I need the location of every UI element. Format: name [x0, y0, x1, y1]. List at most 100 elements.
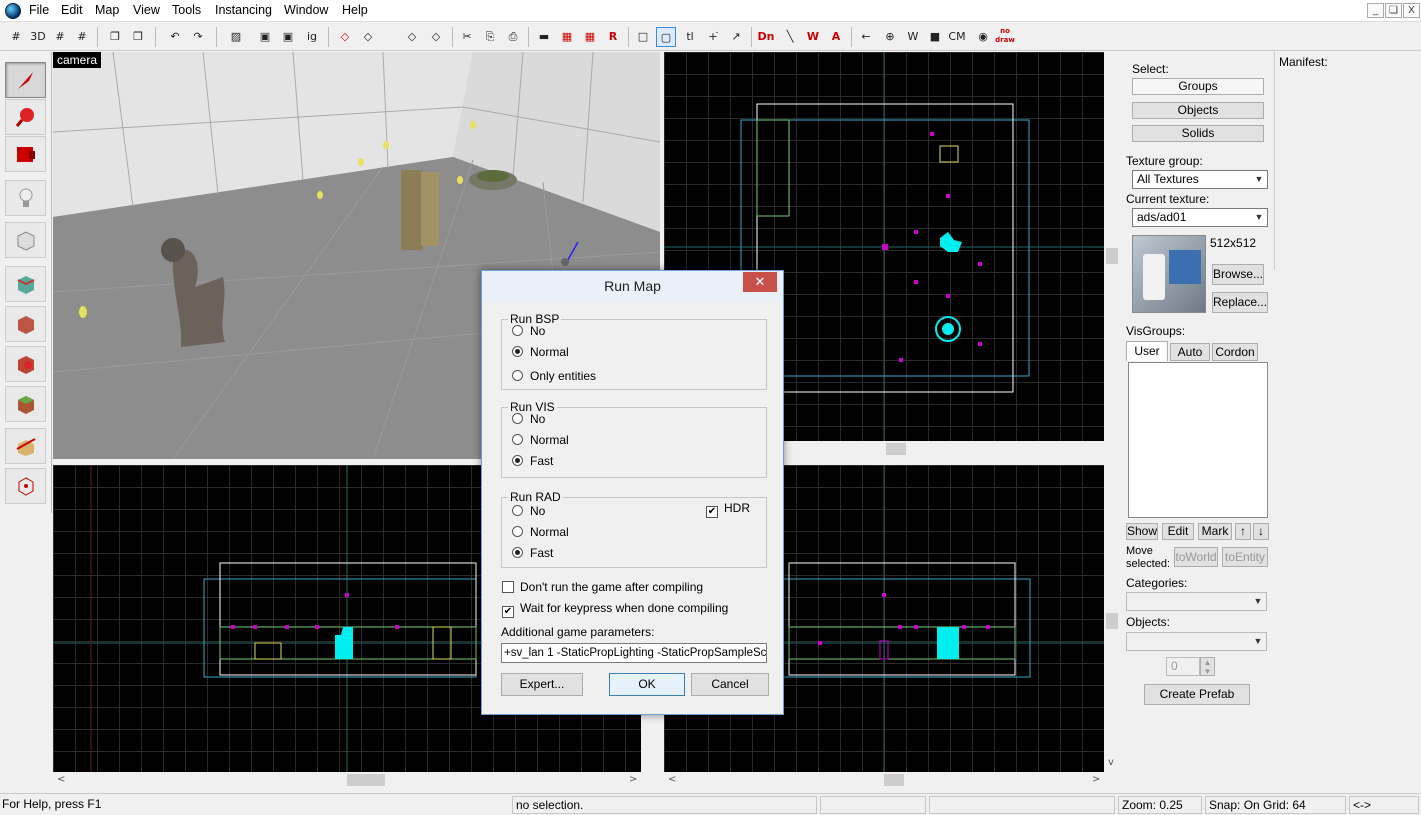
select-box-button[interactable]: □ — [633, 27, 653, 47]
groups-button[interactable]: Groups — [1132, 78, 1264, 95]
dialog-close-button[interactable]: ✕ — [743, 272, 777, 292]
side-view-vscroll[interactable]: v — [1104, 465, 1120, 772]
objects-select[interactable]: ▼ — [1126, 632, 1267, 651]
larger-grid-button[interactable]: # — [72, 27, 92, 47]
menu-window[interactable]: Window — [284, 3, 328, 17]
scroll-right-icon[interactable]: > — [629, 774, 637, 785]
hide-unselected-button[interactable]: ▣ — [278, 27, 298, 47]
menu-edit[interactable]: Edit — [61, 3, 83, 17]
tab-auto[interactable]: Auto — [1170, 343, 1210, 361]
vertex-tool-button[interactable] — [5, 468, 46, 504]
move-axis-button[interactable]: +͘ — [703, 27, 723, 47]
bsp-no-radio[interactable]: No — [512, 323, 545, 339]
align-button[interactable]: ◇ — [402, 27, 422, 47]
center-target-button[interactable]: ⊕ — [880, 27, 900, 47]
expert-button[interactable]: Expert... — [501, 673, 583, 696]
select-box-active-button[interactable]: ▢ — [656, 27, 676, 47]
rad-no-radio[interactable]: No — [512, 503, 545, 519]
prefab-count-input[interactable]: 0 — [1166, 657, 1200, 676]
scale-lock-button[interactable]: ◇ — [358, 27, 378, 47]
bsp-only-entities-radio[interactable]: Only entities — [512, 368, 596, 384]
toggle-helpers-button[interactable]: ▦ — [557, 27, 577, 47]
display-line-button[interactable]: ╲ — [780, 27, 800, 47]
current-texture-select[interactable]: ads/ad01 ▼ — [1132, 208, 1268, 227]
grid-toggle-button[interactable]: # — [6, 27, 26, 47]
hdr-checkbox[interactable]: ✔ HDR — [706, 500, 750, 518]
edit-button[interactable]: Edit — [1162, 523, 1194, 540]
scroll-left-icon[interactable]: < — [668, 774, 676, 785]
create-prefab-button[interactable]: Create Prefab — [1144, 684, 1250, 705]
scroll-thumb[interactable] — [1106, 248, 1118, 264]
scroll-thumb[interactable] — [1106, 613, 1118, 629]
tab-user[interactable]: User — [1126, 341, 1168, 361]
top-view-vscroll[interactable] — [1104, 52, 1120, 441]
scroll-right-icon[interactable]: > — [1092, 774, 1100, 785]
redo-button[interactable]: ↷ — [188, 27, 208, 47]
show-button[interactable]: Show — [1126, 523, 1158, 540]
to-world-button[interactable]: toWorld — [1174, 547, 1218, 567]
hide-selected-button[interactable]: ▣ — [255, 27, 275, 47]
decal-tool-button[interactable] — [5, 346, 46, 382]
camera-tool-button[interactable] — [5, 136, 46, 172]
cubemap-button[interactable]: CM — [947, 27, 967, 47]
solids-button[interactable]: Solids — [1132, 125, 1264, 142]
flip-button[interactable]: ◇ — [426, 27, 446, 47]
visgroups-list[interactable] — [1128, 362, 1268, 518]
rad-fast-radio[interactable]: Fast — [512, 545, 553, 561]
texture-lock-button[interactable]: ◇ — [335, 27, 355, 47]
menu-map[interactable]: Map — [95, 3, 119, 17]
move-down-button[interactable]: ↓ — [1253, 523, 1269, 540]
menu-instancing[interactable]: Instancing — [215, 3, 272, 17]
close-doc-button[interactable]: X — [1403, 3, 1420, 18]
copy-icon[interactable]: ⎘ — [480, 27, 500, 47]
vis-normal-radio[interactable]: Normal — [512, 432, 569, 448]
menu-tools[interactable]: Tools — [172, 3, 201, 17]
texture-group-select[interactable]: All Textures ▼ — [1132, 170, 1268, 189]
overlay-tool-button[interactable] — [5, 386, 46, 422]
run-map-icon[interactable]: ◉ — [973, 27, 993, 47]
menu-view[interactable]: View — [133, 3, 160, 17]
replace-button[interactable]: Replace... — [1212, 292, 1268, 313]
side-view-hscroll[interactable]: < > — [664, 772, 1104, 788]
display-dn-button[interactable]: Dn — [756, 27, 776, 47]
3d-grid-button[interactable]: 3D — [28, 27, 48, 47]
selection-tool-button[interactable] — [5, 62, 46, 98]
clip-tool-button[interactable] — [5, 428, 46, 464]
dont-run-game-checkbox[interactable]: Don't run the game after compiling — [502, 579, 703, 595]
scroll-thumb[interactable] — [886, 443, 906, 455]
camera-back-button[interactable]: ← — [856, 27, 876, 47]
ungroup-button[interactable]: ❐ — [128, 27, 148, 47]
objects-button[interactable]: Objects — [1132, 102, 1264, 119]
carve-button[interactable]: ▨ — [226, 27, 246, 47]
transform-button[interactable]: ↗ — [726, 27, 746, 47]
toggle-bar-button[interactable]: ▬ — [534, 27, 554, 47]
display-w-button[interactable]: W — [803, 27, 823, 47]
ignore-groups-button[interactable]: ig — [302, 27, 322, 47]
scroll-left-icon[interactable]: < — [57, 774, 65, 785]
bsp-normal-radio[interactable]: Normal — [512, 344, 569, 360]
menu-help[interactable]: Help — [342, 3, 368, 17]
flat-shaded-button[interactable]: ■ — [925, 27, 945, 47]
rad-normal-radio[interactable]: Normal — [512, 524, 569, 540]
count-stepper[interactable]: ▲ ▼ — [1200, 657, 1215, 676]
block-tool-button[interactable] — [5, 222, 46, 258]
toggle-models-button[interactable]: ▦ — [580, 27, 600, 47]
nodraw-button[interactable]: no draw — [995, 27, 1015, 47]
scroll-thumb[interactable] — [884, 774, 904, 786]
apply-texture-button[interactable] — [5, 306, 46, 342]
cancel-button[interactable]: Cancel — [691, 673, 769, 696]
vis-fast-radio[interactable]: Fast — [512, 453, 553, 469]
browse-button[interactable]: Browse... — [1212, 264, 1264, 285]
menu-file[interactable]: File — [29, 3, 49, 17]
tab-cordon[interactable]: Cordon — [1212, 343, 1258, 361]
params-input[interactable]: +sv_lan 1 -StaticPropLighting -StaticPro… — [501, 643, 767, 663]
cut-icon[interactable]: ✂ — [457, 27, 477, 47]
magnify-tool-button[interactable] — [5, 99, 46, 135]
front-view-hscroll[interactable]: < > — [53, 772, 641, 788]
paste-icon[interactable]: ⎙ — [503, 27, 523, 47]
wait-keypress-checkbox[interactable]: ✔ Wait for keypress when done compiling — [502, 600, 728, 618]
vis-no-radio[interactable]: No — [512, 411, 545, 427]
toggle-r-button[interactable]: R — [603, 27, 623, 47]
scroll-down-icon[interactable]: v — [1108, 757, 1114, 768]
smaller-grid-button[interactable]: # — [50, 27, 70, 47]
